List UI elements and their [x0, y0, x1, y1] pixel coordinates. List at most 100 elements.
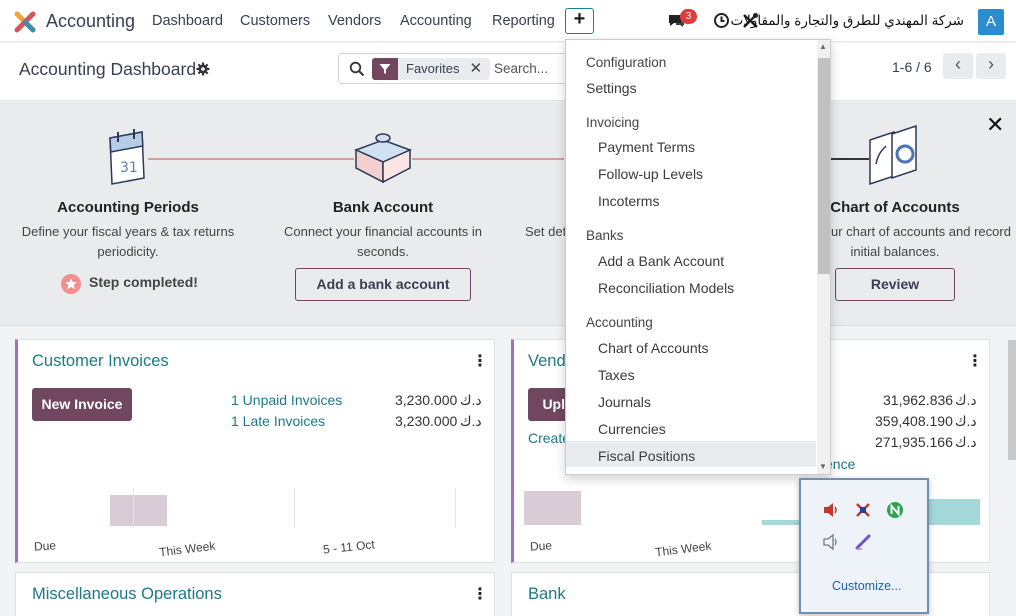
menu-item-follow-up-levels[interactable]: Follow-up Levels — [598, 166, 703, 182]
step-desc-line2: periodicity. — [97, 244, 159, 259]
kebab-menu-icon[interactable]: ⋮ — [967, 351, 983, 371]
facet-label: Favorites — [398, 58, 468, 80]
review-button[interactable]: Review — [835, 268, 955, 301]
currency-label: د.ك — [460, 392, 482, 408]
menu-accounting[interactable]: Accounting — [400, 13, 472, 29]
menu-item-payment-terms[interactable]: Payment Terms — [598, 139, 695, 155]
create-link[interactable]: Create — [528, 430, 570, 446]
miscellaneous-operations-card: Miscellaneous Operations ⋮ — [15, 572, 495, 616]
search-input[interactable]: Search... — [494, 61, 548, 76]
control-panel: Accounting Dashboard Favorites ✕ Search.… — [0, 43, 1016, 101]
currency-label: د.ك — [955, 413, 977, 429]
dropdown-header: Configuration — [586, 55, 667, 70]
top-navbar: Accounting Dashboard Customers Vendors A… — [0, 0, 1016, 42]
axis-label: This Week — [654, 538, 713, 560]
chart-bar[interactable] — [921, 499, 980, 525]
search-icon[interactable] — [349, 61, 365, 77]
bills-amount: 31,962.836 — [883, 392, 954, 408]
add-bank-account-button[interactable]: Add a bank account — [295, 268, 471, 301]
kebab-menu-icon[interactable]: ⋮ — [472, 584, 488, 604]
calendar-illustration-icon: 31 — [109, 129, 145, 185]
page-scrollbar[interactable] — [1008, 340, 1016, 460]
card-title[interactable]: Miscellaneous Operations — [32, 585, 222, 604]
page-title: Accounting Dashboard — [19, 59, 197, 79]
app-name[interactable]: Accounting — [46, 11, 135, 32]
card-title[interactable]: Vend — [528, 352, 566, 371]
menu-item-fiscal-positions[interactable]: Fiscal Positions — [598, 448, 695, 464]
app-n-icon[interactable] — [885, 500, 905, 520]
chart-bar[interactable] — [110, 495, 167, 526]
scroll-down-arrow-icon[interactable]: ▼ — [819, 462, 827, 471]
accounting-app-icon[interactable] — [14, 11, 36, 33]
dropdown-header: Invoicing — [586, 115, 640, 130]
step-completed-label: Step completed! — [89, 274, 198, 290]
step-title-chart-of-accounts: Chart of Accounts — [830, 199, 960, 216]
menu-item-settings[interactable]: Settings — [586, 80, 637, 96]
step-connector — [148, 158, 354, 160]
step-desc-line1: ur chart of accounts and record — [831, 224, 1011, 239]
menu-item-currencies[interactable]: Currencies — [598, 421, 666, 437]
step-desc-line2: seconds. — [356, 244, 410, 259]
currency-label: د.ك — [955, 392, 977, 408]
unpaid-amount: 3,230.000 — [395, 392, 458, 408]
bills-amount: 359,408.190 — [875, 413, 953, 429]
favorites-facet[interactable]: Favorites ✕ — [372, 58, 491, 80]
currency-label: د.ك — [460, 413, 482, 429]
step-title-accounting-periods: Accounting Periods — [57, 199, 199, 216]
pager-prev-button[interactable]: ‹ — [943, 53, 973, 79]
late-invoices-link[interactable]: 1 Late Invoices — [231, 413, 325, 429]
volume-icon[interactable] — [821, 532, 841, 552]
kebab-menu-icon[interactable]: ⋮ — [472, 351, 488, 371]
scroll-up-arrow-icon[interactable]: ▲ — [819, 42, 827, 51]
step-desc-line1: Connect your financial accounts in — [283, 224, 482, 239]
menu-item-journals[interactable]: Journals — [598, 394, 651, 410]
axis-label: Due — [529, 538, 553, 554]
axis-label: This Week — [158, 538, 217, 560]
bank-puzzle-illustration-icon — [354, 133, 412, 184]
plus-button[interactable]: + — [565, 8, 594, 34]
currency-label: د.ك — [955, 434, 977, 450]
late-amount: 3,230.000 — [395, 413, 458, 429]
menu-dashboard[interactable]: Dashboard — [152, 13, 223, 29]
avatar[interactable]: A — [978, 9, 1004, 35]
unpaid-invoices-link[interactable]: 1 Unpaid Invoices — [231, 392, 342, 408]
chart-bar[interactable] — [524, 491, 581, 525]
pager-value[interactable]: 1-6 / 6 — [892, 59, 932, 75]
card-title[interactable]: Customer Invoices — [32, 352, 169, 371]
axis-label: Due — [33, 538, 57, 554]
menu-reporting[interactable]: Reporting — [492, 13, 555, 29]
step-connector — [412, 158, 564, 160]
close-icon[interactable]: ✕ — [986, 112, 1004, 138]
card-title[interactable]: Bank — [528, 585, 566, 604]
chart-of-accounts-illustration-icon — [869, 124, 917, 186]
pager-next-button[interactable]: › — [976, 53, 1006, 79]
clock-icon[interactable] — [713, 12, 730, 29]
menu-item-reconciliation-models[interactable]: Reconciliation Models — [598, 280, 734, 296]
menu-item-incoterms[interactable]: Incoterms — [598, 193, 659, 209]
dropdown-header: Banks — [586, 228, 624, 243]
menu-vendors[interactable]: Vendors — [328, 13, 381, 29]
menu-customers[interactable]: Customers — [240, 13, 310, 29]
tray-overflow-popup: Customize... — [799, 478, 929, 614]
chat-badge: 3 — [680, 9, 697, 24]
pen-icon[interactable] — [853, 532, 873, 552]
customer-invoices-card: Customer Invoices ⋮ New Invoice 1 Unpaid… — [15, 339, 495, 563]
new-invoice-button[interactable]: New Invoice — [32, 388, 132, 421]
menu-item-chart-of-accounts[interactable]: Chart of Accounts — [598, 340, 709, 356]
menu-item-add-bank-account[interactable]: Add a Bank Account — [598, 253, 724, 269]
facet-close-icon[interactable]: ✕ — [467, 58, 491, 80]
svg-text:31: 31 — [120, 160, 138, 176]
network-icon[interactable] — [853, 500, 873, 520]
step-title-bank-account: Bank Account — [332, 199, 434, 216]
menu-item-taxes[interactable]: Taxes — [598, 367, 635, 383]
gridline — [455, 488, 456, 528]
dropdown-header: Accounting — [586, 315, 653, 330]
dropdown-scroll-thumb[interactable] — [818, 58, 830, 274]
gear-icon[interactable] — [196, 62, 210, 76]
customize-link[interactable]: Customize... — [832, 579, 901, 593]
bills-amount: 271,935.166 — [875, 434, 953, 450]
company-name[interactable]: شركة المهندي للطرق والتجارة والمقاولات — [730, 13, 964, 29]
speaker-icon[interactable] — [821, 500, 841, 520]
configuration-dropdown: Configuration Settings Invoicing Payment… — [565, 39, 831, 475]
search-box[interactable]: Favorites ✕ Search... — [338, 53, 578, 84]
